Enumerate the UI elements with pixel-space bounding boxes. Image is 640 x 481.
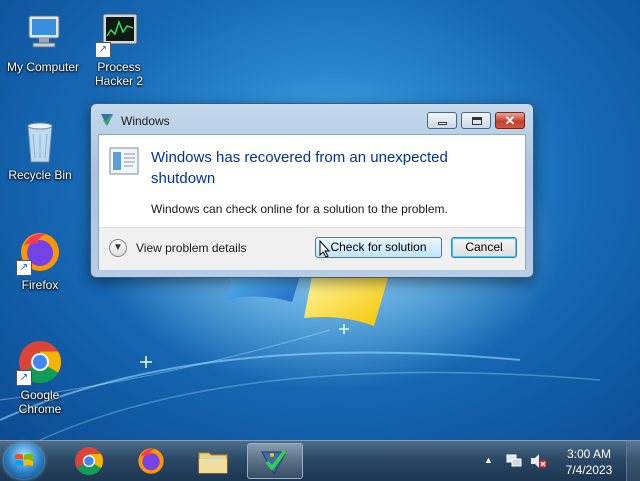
firefox-icon: ↗ <box>16 228 64 276</box>
error-reporting-dialog: Windows ✕ Windows has recovered from an … <box>90 103 534 278</box>
desktop-icon-google-chrome[interactable]: ↗ Google Chrome <box>0 338 83 416</box>
taskbar-error-reporting[interactable] <box>247 443 303 479</box>
mouse-cursor-icon <box>319 240 331 258</box>
firefox-icon <box>138 448 164 474</box>
maximize-icon <box>472 117 482 125</box>
desktop-icon-process-hacker[interactable]: ↗ Process Hacker 2 <box>76 10 162 88</box>
folder-icon <box>198 452 228 474</box>
taskbar-chrome[interactable] <box>63 443 115 479</box>
clock-date: 7/4/2023 <box>565 463 613 477</box>
taskbar-firefox[interactable] <box>125 443 177 479</box>
start-button[interactable] <box>4 443 44 479</box>
view-problem-details-link[interactable]: View problem details <box>136 241 247 255</box>
process-hacker-icon: ↗ <box>95 10 143 58</box>
taskbar-file-explorer[interactable] <box>187 443 239 479</box>
chrome-icon: ↗ <box>16 338 64 386</box>
dialog-title-bar[interactable]: Windows ✕ <box>91 104 533 134</box>
desktop-icon-label: Recycle Bin <box>8 168 72 182</box>
desktop-icon-label: My Computer <box>6 60 80 74</box>
desktop-icon-label: Google Chrome <box>18 388 62 416</box>
chrome-icon <box>75 447 104 476</box>
taskbar: ▲ 3:00 AM 7/4/2023 <box>0 440 640 481</box>
network-icon[interactable] <box>506 454 522 468</box>
cancel-button[interactable]: Cancel <box>451 237 517 258</box>
desktop-icon-label: Process Hacker 2 <box>94 60 144 88</box>
maximize-button[interactable] <box>461 112 491 129</box>
shortcut-arrow-icon: ↗ <box>16 260 32 276</box>
dialog-title: Windows <box>121 114 170 128</box>
volume-muted-icon[interactable] <box>530 453 548 469</box>
recycle-bin-icon <box>16 118 64 166</box>
error-reporting-icon <box>261 449 287 476</box>
desktop-icon-firefox[interactable]: ↗ Firefox <box>0 228 83 292</box>
dialog-content: Windows has recovered from an unexpected… <box>98 134 526 270</box>
expand-details-button[interactable]: ▼ <box>109 239 127 257</box>
close-button[interactable]: ✕ <box>495 112 525 129</box>
clock-time: 3:00 AM <box>566 447 612 461</box>
error-reporting-icon <box>101 114 113 126</box>
main-instruction: Windows has recovered from an unexpected… <box>151 149 448 187</box>
windows-logo-icon <box>15 454 33 466</box>
document-icon <box>109 147 139 175</box>
minimize-icon <box>438 122 447 125</box>
content-text: Windows can check online for a solution … <box>151 202 448 216</box>
check-for-solution-button[interactable]: Check for solution <box>315 237 442 258</box>
dialog-footer: ▼ View problem details Check for solutio… <box>99 227 525 270</box>
shortcut-arrow-icon: ↗ <box>95 42 111 58</box>
shortcut-arrow-icon: ↗ <box>16 370 32 386</box>
desktop-icon-recycle-bin[interactable]: Recycle Bin <box>0 118 83 182</box>
show-hidden-icons-button[interactable]: ▲ <box>484 455 493 465</box>
system-clock[interactable]: 3:00 AM 7/4/2023 <box>557 446 621 478</box>
show-desktop-button[interactable] <box>626 441 640 481</box>
desktop-icon-label: Firefox <box>21 278 59 292</box>
chevron-down-icon: ▼ <box>113 242 123 253</box>
desktop-icon-my-computer[interactable]: My Computer <box>0 10 86 74</box>
computer-icon <box>19 10 67 58</box>
close-icon: ✕ <box>504 113 516 128</box>
minimize-button[interactable] <box>427 112 457 129</box>
